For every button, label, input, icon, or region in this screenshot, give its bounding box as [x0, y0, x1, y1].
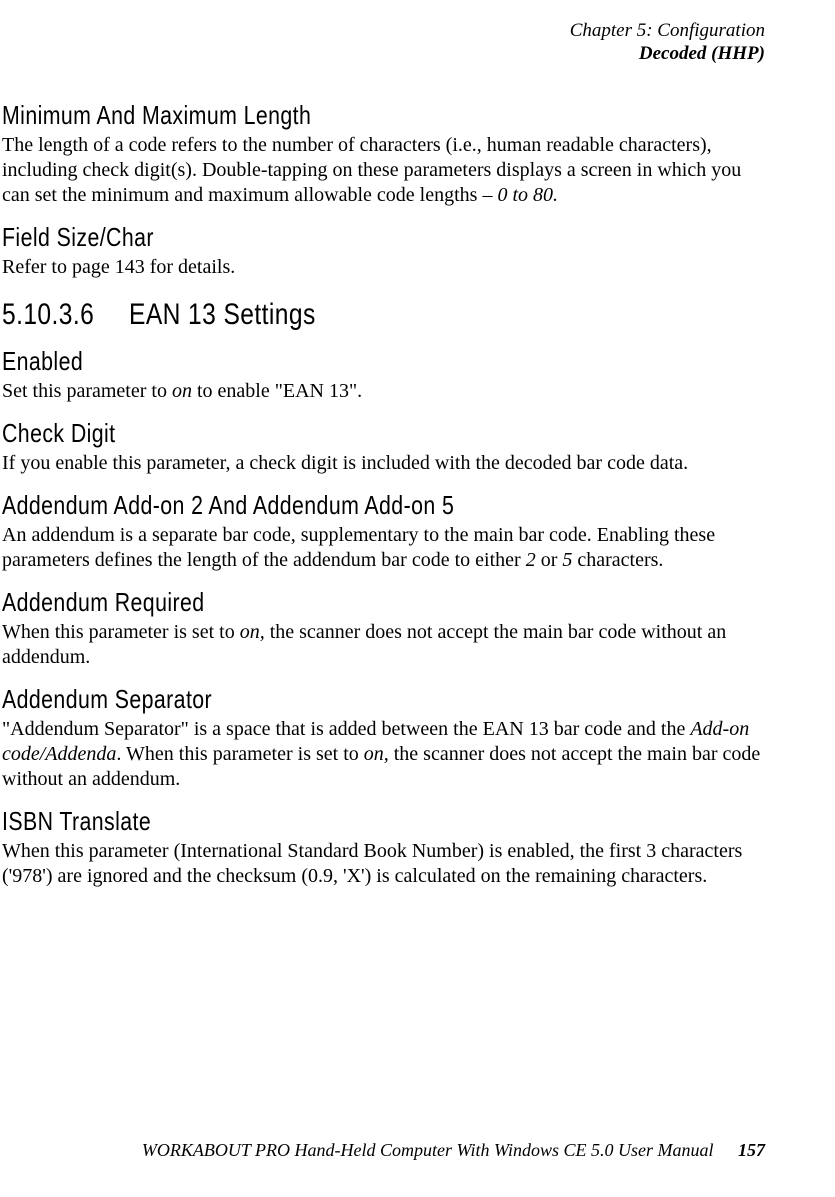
- footer-title: WORKABOUT PRO Hand-Held Computer With Wi…: [142, 1140, 714, 1160]
- text-italic: on,: [364, 743, 389, 765]
- heading-field-size: Field Size/Char: [2, 222, 628, 253]
- heading-addendum-2-5: Addendum Add-on 2 And Addendum Add-on 5: [2, 490, 628, 521]
- text-italic: 2: [526, 549, 536, 571]
- para-min-max-length: The length of a code refers to the numbe…: [2, 133, 765, 208]
- text: "Addendum Separator" is a space that is …: [2, 718, 690, 740]
- heading-check-digit: Check Digit: [2, 418, 628, 449]
- page-footer: WORKABOUT PRO Hand-Held Computer With Wi…: [142, 1140, 765, 1161]
- heading-addendum-required: Addendum Required: [2, 587, 628, 618]
- chapter-line: Chapter 5: Configuration: [0, 20, 765, 43]
- text-italic: on,: [240, 621, 265, 643]
- page-number: 157: [738, 1140, 765, 1160]
- section-number: 5.10.3.6: [2, 298, 94, 332]
- para-enabled: Set this parameter to on to enable "EAN …: [2, 379, 765, 404]
- page-header: Chapter 5: Configuration Decoded (HHP): [0, 20, 765, 66]
- text: When this parameter is set to: [2, 621, 240, 643]
- para-field-size: Refer to page 143 for details.: [2, 255, 765, 280]
- text: The length of a code refers to the numbe…: [2, 134, 741, 206]
- text: . When this parameter is set to: [116, 743, 363, 765]
- heading-enabled: Enabled: [2, 346, 628, 377]
- para-addendum-required: When this parameter is set to on, the sc…: [2, 620, 765, 670]
- text: characters.: [572, 549, 663, 571]
- heading-isbn-translate: ISBN Translate: [2, 806, 628, 837]
- text-italic: 0 to 80.: [497, 184, 558, 206]
- text-italic: 5: [562, 549, 572, 571]
- para-addendum-2-5: An addendum is a separate bar code, supp…: [2, 523, 765, 573]
- text: to enable "EAN 13".: [192, 380, 362, 402]
- para-isbn-translate: When this parameter (International Stand…: [2, 839, 765, 889]
- text-italic: on: [172, 380, 192, 402]
- content: Minimum And Maximum Length The length of…: [0, 100, 765, 889]
- section-line: Decoded (HHP): [0, 43, 765, 66]
- heading-addendum-separator: Addendum Separator: [2, 684, 628, 715]
- heading-ean13: 5.10.3.6 EAN 13 Settings: [2, 298, 765, 332]
- text: Set this parameter to: [2, 380, 172, 402]
- page: Chapter 5: Configuration Decoded (HHP) M…: [0, 0, 835, 1197]
- heading-min-max-length: Minimum And Maximum Length: [2, 100, 628, 131]
- text: or: [536, 549, 563, 571]
- para-addendum-separator: "Addendum Separator" is a space that is …: [2, 717, 765, 792]
- section-title: EAN 13 Settings: [129, 298, 316, 332]
- para-check-digit: If you enable this parameter, a check di…: [2, 451, 765, 476]
